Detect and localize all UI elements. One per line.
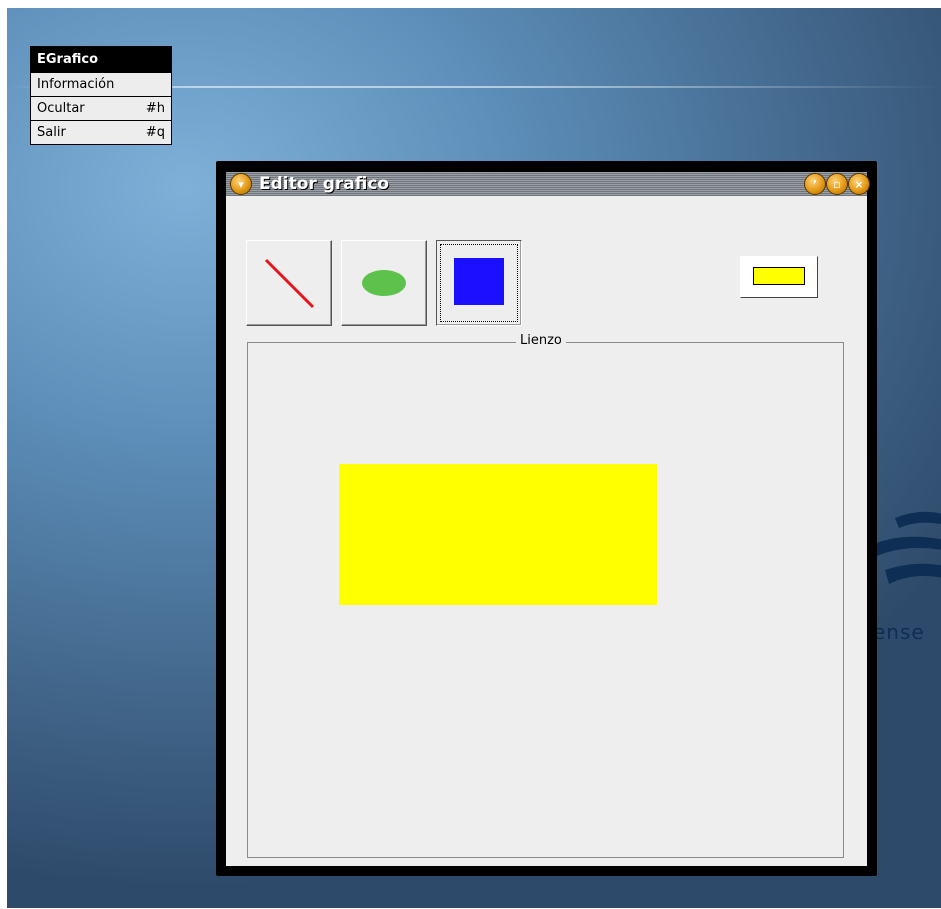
rectangle-tool-button[interactable] bbox=[436, 240, 522, 326]
menu-item-label: Ocultar bbox=[37, 101, 85, 116]
editor-window: ▾ Editor grafico ʼ ▫ × Lienzo bbox=[216, 161, 877, 876]
canvas-rectangle-shape[interactable] bbox=[339, 464, 657, 605]
menu-item-informacion[interactable]: Información bbox=[31, 72, 171, 96]
current-color-swatch bbox=[753, 267, 805, 285]
desktop-logo-text: ense bbox=[873, 620, 925, 644]
maximize-icon[interactable]: ▫ bbox=[826, 173, 848, 195]
menu-item-label: Información bbox=[37, 77, 115, 92]
canvas-label: Lienzo bbox=[516, 333, 566, 348]
menu-item-salir[interactable]: Salir #q bbox=[31, 120, 171, 144]
menu-item-label: Salir bbox=[37, 125, 66, 140]
menu-item-ocultar[interactable]: Ocultar #h bbox=[31, 96, 171, 120]
line-tool-stroke bbox=[264, 258, 315, 309]
menu-item-shortcut: #h bbox=[145, 101, 165, 116]
line-tool-button[interactable] bbox=[246, 240, 332, 326]
shade-icon[interactable]: ʼ bbox=[804, 173, 826, 195]
ellipse-tool-button[interactable] bbox=[341, 240, 427, 326]
window-titlebar[interactable]: ▾ Editor grafico ʼ ▫ × bbox=[226, 172, 870, 196]
chevron-down-icon[interactable]: ▾ bbox=[230, 173, 252, 195]
line-tool-icon bbox=[264, 258, 315, 309]
color-picker-button[interactable] bbox=[740, 256, 818, 298]
app-menu: EGrafico Información Ocultar #h Salir #q bbox=[30, 46, 172, 145]
ellipse-tool-fill bbox=[362, 270, 406, 296]
window-client-area: Lienzo bbox=[226, 196, 867, 866]
canvas-frame: Lienzo bbox=[247, 333, 844, 858]
close-icon[interactable]: × bbox=[848, 173, 870, 195]
focus-ring bbox=[440, 244, 518, 322]
menu-item-shortcut: #q bbox=[145, 125, 165, 140]
window-title: Editor grafico bbox=[259, 174, 390, 194]
app-menu-title: EGrafico bbox=[31, 47, 171, 72]
ellipse-tool-icon bbox=[362, 270, 406, 296]
